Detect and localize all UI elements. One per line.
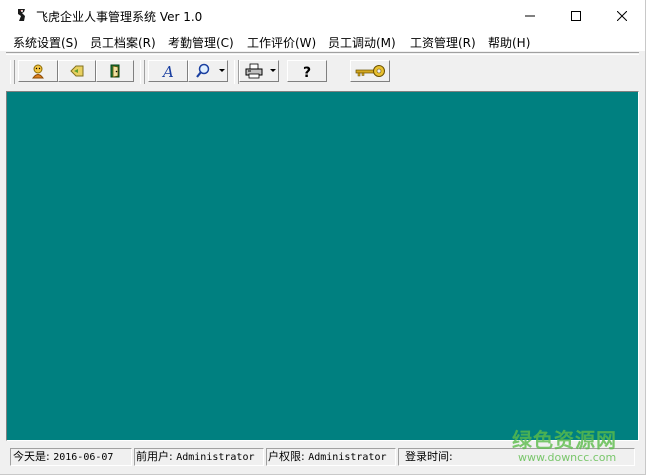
minimize-button[interactable] [507, 0, 553, 31]
menu-attendance[interactable]: 考勤管理(C) [168, 34, 234, 51]
app-window: 飞虎企业人事管理系统 Ver 1.0 系统设置(S) 员工档案(R) 考勤管理(… [0, 0, 646, 475]
status-date-label: 今天是: [13, 450, 50, 463]
toolbar-font-button[interactable]: A [148, 60, 188, 82]
status-date-value: 2016-06-07 [53, 452, 114, 463]
toolbar-exit-button[interactable] [96, 60, 134, 82]
close-icon [617, 10, 627, 21]
search-icon [195, 63, 211, 79]
font-icon: A [160, 63, 176, 79]
watermark-url: www.downcc.com [518, 451, 617, 464]
chevron-down-icon[interactable] [270, 69, 276, 72]
maximize-icon [571, 10, 581, 21]
printer-icon [245, 63, 263, 79]
app-logo-icon [14, 7, 30, 23]
toolbar-top-divider [6, 52, 639, 53]
status-permission-value: Administrator [308, 452, 387, 463]
window-title: 飞虎企业人事管理系统 Ver 1.0 [36, 10, 203, 24]
help-icon: ? [299, 63, 315, 79]
minimize-icon [525, 15, 535, 16]
toolbar-key-button[interactable] [350, 60, 390, 82]
menu-system-settings[interactable]: 系统设置(S) [13, 34, 78, 51]
user-icon [30, 63, 46, 79]
door-exit-icon [107, 63, 123, 79]
toolbar: A ? [6, 54, 639, 89]
close-button[interactable] [599, 0, 645, 31]
toolbar-separator [140, 60, 145, 84]
menu-bar: 系统设置(S) 员工档案(R) 考勤管理(C) 工作评价(W) 员工调动(M) … [0, 31, 645, 51]
toolbar-search-button[interactable] [188, 60, 228, 82]
status-user-panel: 当前用户: Administrator [134, 448, 264, 466]
status-date-panel: 今天是: 2016-06-07 [10, 448, 132, 466]
watermark-title: 绿色资源网 [512, 428, 617, 452]
svg-text:?: ? [303, 65, 311, 79]
key-icon [354, 64, 386, 78]
title-bar[interactable]: 飞虎企业人事管理系统 Ver 1.0 [0, 0, 645, 31]
menu-employee-transfer[interactable]: 员工调动(M) [328, 34, 396, 51]
maximize-button[interactable] [553, 0, 599, 31]
status-login-label: 登录时间: [405, 450, 453, 463]
toolbar-help-button[interactable]: ? [287, 60, 327, 82]
status-permission-panel: 用户权限: Administrator [266, 448, 396, 466]
watermark: 绿色资源网 www.downcc.com [512, 424, 632, 468]
menu-work-evaluation[interactable]: 工作评价(W) [247, 34, 316, 51]
toolbar-user-button[interactable] [18, 60, 58, 82]
mdi-workspace[interactable] [6, 91, 639, 441]
status-user-label: 当前用户: [135, 450, 173, 463]
toolbar-print-button[interactable] [239, 60, 279, 82]
menu-help[interactable]: 帮助(H) [488, 34, 530, 51]
status-permission-label: 用户权限: [267, 450, 305, 463]
toolbar-grip[interactable] [10, 60, 15, 84]
tag-icon [69, 63, 85, 79]
toolbar-tag-button[interactable] [58, 60, 96, 82]
menu-salary[interactable]: 工资管理(R) [410, 34, 476, 51]
status-user-value: Administrator [176, 452, 255, 463]
chevron-down-icon[interactable] [219, 69, 225, 72]
menu-employee-records[interactable]: 员工档案(R) [90, 34, 156, 51]
svg-text:A: A [161, 63, 174, 79]
